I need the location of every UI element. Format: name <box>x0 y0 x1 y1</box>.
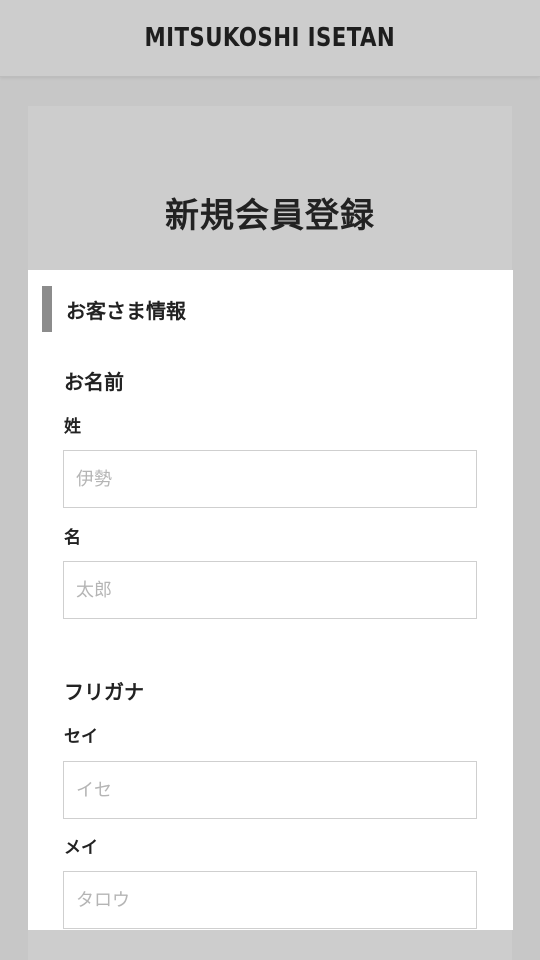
customer-info-form: お客さま情報 お名前 姓 名 フリガナ セイ メイ <box>28 270 513 930</box>
name-group-label: お名前 <box>64 370 124 394</box>
mitsukoshi-isetan-logo[interactable]: MITSUKOSHI ISETAN <box>145 23 396 53</box>
first-name-kana-input[interactable] <box>63 871 477 929</box>
first-name-input[interactable] <box>63 561 477 619</box>
last-name-input[interactable] <box>63 450 477 508</box>
section-heading-text: お客さま情報 <box>66 298 186 323</box>
first-name-label: 名 <box>64 528 81 548</box>
kana-group-label: フリガナ <box>64 680 144 704</box>
last-name-kana-label: セイ <box>64 727 98 747</box>
last-name-kana-input[interactable] <box>63 761 477 819</box>
first-name-kana-label: メイ <box>64 838 98 858</box>
section-accent-bar <box>42 286 52 332</box>
last-name-label: 姓 <box>64 417 81 437</box>
site-header: MITSUKOSHI ISETAN <box>0 0 540 77</box>
page-title: 新規会員登録 <box>165 196 375 236</box>
section-heading: お客さま情報 <box>42 286 186 332</box>
